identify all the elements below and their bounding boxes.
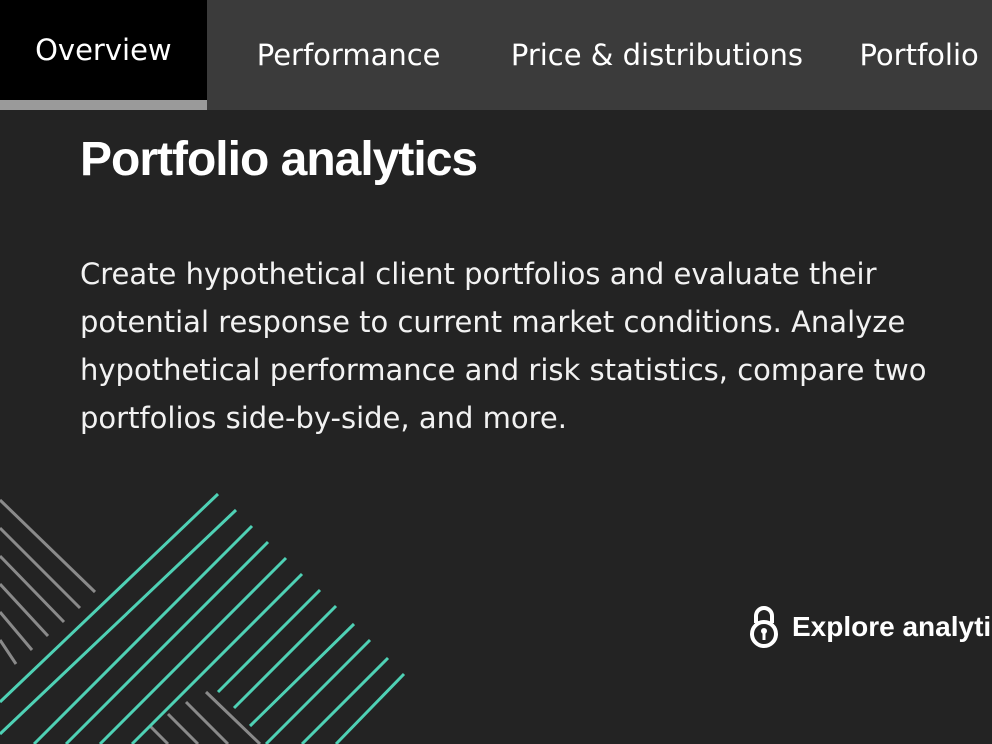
explore-analytics-label: Explore analytics — [792, 611, 992, 642]
tab-label: Portfolio — [859, 38, 979, 72]
explore-analytics-link[interactable]: Explore analytics — [748, 602, 992, 652]
tab-label: Performance — [256, 38, 441, 72]
tab-portfolio[interactable]: Portfolio — [809, 0, 992, 110]
section-title: Portfolio analytics — [80, 133, 478, 186]
page: Overview Performance Price & distributio… — [0, 0, 992, 744]
decorative-stripe-pattern — [0, 492, 406, 744]
lock-icon — [750, 606, 778, 648]
section-description: Create hypothetical client portfolios an… — [80, 257, 927, 435]
tab-price-distributions[interactable]: Price & distributions — [461, 0, 810, 110]
tab-label: Price & distributions — [510, 38, 804, 72]
tab-bar: Overview Performance Price & distributio… — [0, 0, 992, 110]
tab-performance[interactable]: Performance — [207, 0, 461, 110]
tab-label: Overview — [35, 33, 172, 67]
tab-overview[interactable]: Overview — [0, 0, 207, 110]
